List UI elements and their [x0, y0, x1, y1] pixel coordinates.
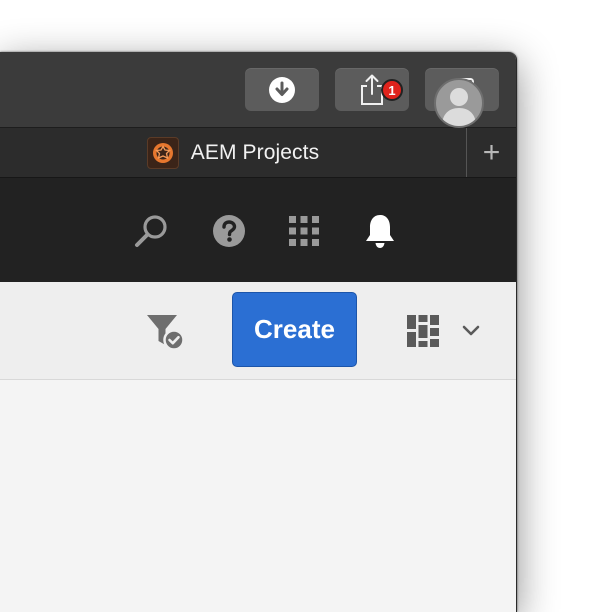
solutions-button[interactable] — [284, 211, 324, 251]
filter-check-icon — [147, 315, 185, 351]
new-tab-button[interactable]: + — [467, 128, 516, 177]
bell-icon — [366, 215, 394, 248]
notifications-button[interactable] — [360, 211, 400, 251]
downloads-button[interactable] — [245, 68, 319, 111]
notification-count-badge: 1 — [381, 79, 403, 101]
tab-title: AEM Projects — [190, 140, 320, 164]
search-button[interactable] — [132, 211, 172, 251]
filter-button[interactable] — [145, 312, 187, 352]
action-bar: Create — [0, 282, 516, 380]
browser-window: AEM Projects + 1 Create — [0, 52, 517, 612]
tab-bar: AEM Projects + — [0, 128, 516, 178]
content-area — [0, 380, 516, 612]
chevron-down-icon — [462, 325, 480, 336]
aem-shell-header — [0, 178, 516, 282]
plus-icon: + — [482, 135, 501, 169]
create-button[interactable]: Create — [232, 292, 357, 367]
search-icon — [135, 215, 167, 247]
tab-aem-projects[interactable]: AEM Projects — [0, 128, 466, 177]
view-dropdown-button[interactable] — [460, 322, 482, 340]
user-avatar-button[interactable] — [434, 78, 484, 128]
help-icon — [213, 215, 245, 247]
user-avatar-icon — [442, 88, 476, 126]
grid-icon — [289, 216, 319, 246]
download-circle-icon — [269, 76, 295, 103]
help-button[interactable] — [209, 211, 249, 251]
aem-logo-icon — [146, 136, 179, 169]
view-switcher-button[interactable] — [406, 314, 440, 348]
card-view-icon — [407, 315, 439, 347]
